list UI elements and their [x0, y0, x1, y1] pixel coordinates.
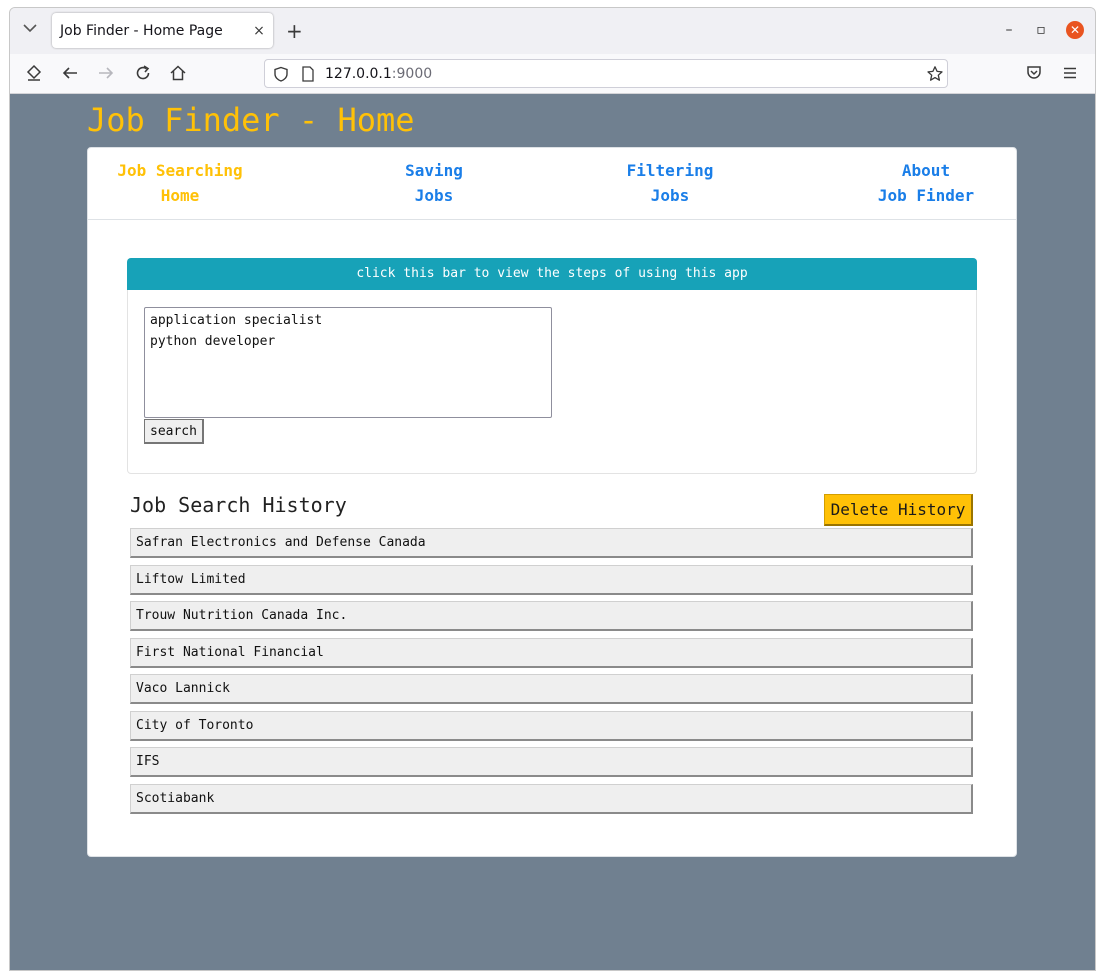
steps-toggle-bar[interactable]: click this bar to view the steps of usin… [127, 258, 977, 290]
history-item[interactable]: IFS [130, 747, 973, 777]
tab-close-icon[interactable]: × [249, 23, 269, 39]
nav-label-line1: Job Searching [117, 161, 243, 180]
nav-label-line2: Jobs [650, 186, 690, 205]
minimize-icon[interactable]: – [1000, 21, 1018, 39]
main-card: Job Searching Home Saving Jobs Filtering… [87, 147, 1017, 857]
tracking-shield-icon[interactable] [273, 66, 289, 82]
address-bar[interactable]: 127.0.0.1:9000 [264, 59, 948, 88]
back-icon[interactable] [61, 64, 79, 82]
nav-job-searching-home[interactable]: Job Searching Home [102, 158, 258, 208]
history-item[interactable]: City of Toronto [130, 710, 973, 741]
history-list: Safran Electronics and Defense Canada Li… [130, 528, 974, 820]
nav-label-line1: Filtering [626, 161, 714, 180]
tab-title: Job Finder - Home Page [60, 22, 223, 39]
history-item[interactable]: Safran Electronics and Defense Canada [130, 528, 973, 558]
nav-about-job-finder[interactable]: About Job Finder [860, 158, 992, 208]
history-item[interactable]: First National Financial [130, 637, 973, 668]
pocket-save-icon[interactable] [25, 64, 43, 82]
url-port: :9000 [391, 66, 433, 82]
tab-strip: Job Finder - Home Page × + – ▫ ✕ [10, 8, 1095, 54]
job-query-textarea[interactable]: application specialist python developer [144, 307, 552, 418]
nav-label-line2: Home [160, 186, 200, 205]
search-panel: click this bar to view the steps of usin… [127, 258, 977, 474]
browser-window: Job Finder - Home Page × + – ▫ ✕ 127.0.0… [9, 7, 1096, 971]
nav-label-line2: Job Finder [877, 186, 975, 205]
history-heading: Job Search History [130, 493, 347, 517]
page-title: Job Finder - Home [87, 101, 415, 139]
delete-history-button[interactable]: Delete History [824, 494, 973, 526]
site-nav: Job Searching Home Saving Jobs Filtering… [88, 148, 1016, 220]
nav-label-line1: Saving [405, 161, 463, 180]
menu-icon[interactable] [1061, 64, 1079, 82]
history-item[interactable]: Scotiabank [130, 783, 973, 814]
nav-label-line1: About [901, 161, 951, 180]
window-close-icon[interactable]: ✕ [1066, 21, 1084, 39]
home-icon[interactable] [169, 64, 187, 82]
forward-icon[interactable] [97, 64, 115, 82]
search-button[interactable]: search [144, 419, 204, 444]
maximize-icon[interactable]: ▫ [1032, 21, 1050, 39]
url-text: 127.0.0.1:9000 [325, 66, 432, 82]
reload-icon[interactable] [134, 64, 152, 82]
history-item[interactable]: Vaco Lannick [130, 674, 973, 704]
new-tab-icon[interactable]: + [286, 19, 303, 43]
nav-label-line2: Jobs [414, 186, 454, 205]
bookmark-star-icon[interactable] [926, 65, 944, 83]
url-host: 127.0.0.1 [325, 66, 392, 82]
nav-filtering-jobs[interactable]: Filtering Jobs [609, 158, 731, 208]
tab-list-icon[interactable] [22, 22, 38, 38]
history-item[interactable]: Trouw Nutrition Canada Inc. [130, 601, 973, 631]
page-body: Job Finder - Home Job Searching Home Sav… [10, 94, 1095, 970]
browser-toolbar: 127.0.0.1:9000 [10, 54, 1095, 94]
active-tab[interactable]: Job Finder - Home Page × [52, 13, 273, 48]
history-item[interactable]: Liftow Limited [130, 564, 973, 595]
page-info-icon[interactable] [301, 66, 315, 82]
nav-saving-jobs[interactable]: Saving Jobs [386, 158, 482, 208]
pocket-icon[interactable] [1025, 64, 1043, 82]
